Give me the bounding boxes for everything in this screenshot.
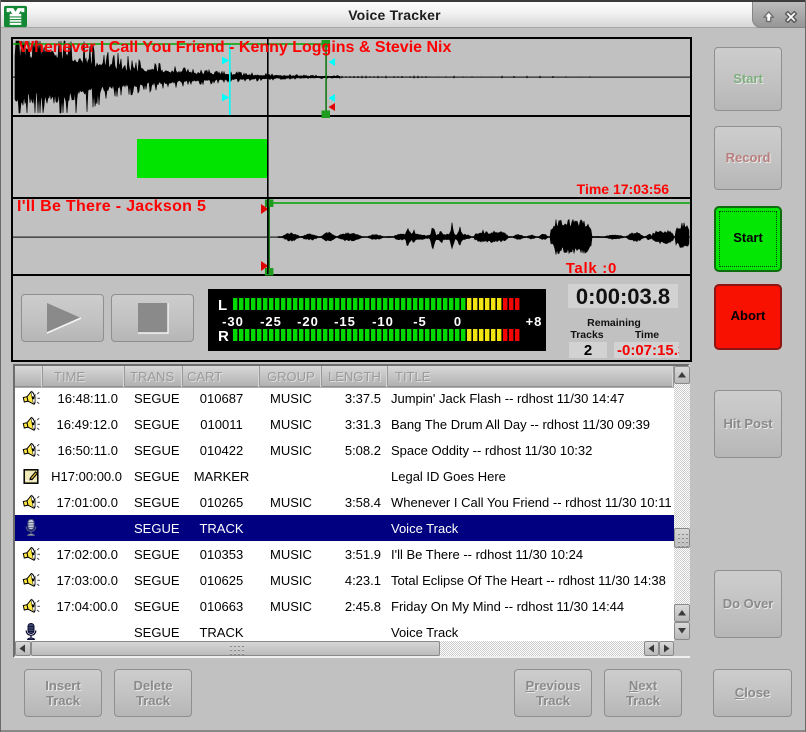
svg-text:L: L <box>218 297 227 314</box>
svg-text:R: R <box>218 328 229 345</box>
